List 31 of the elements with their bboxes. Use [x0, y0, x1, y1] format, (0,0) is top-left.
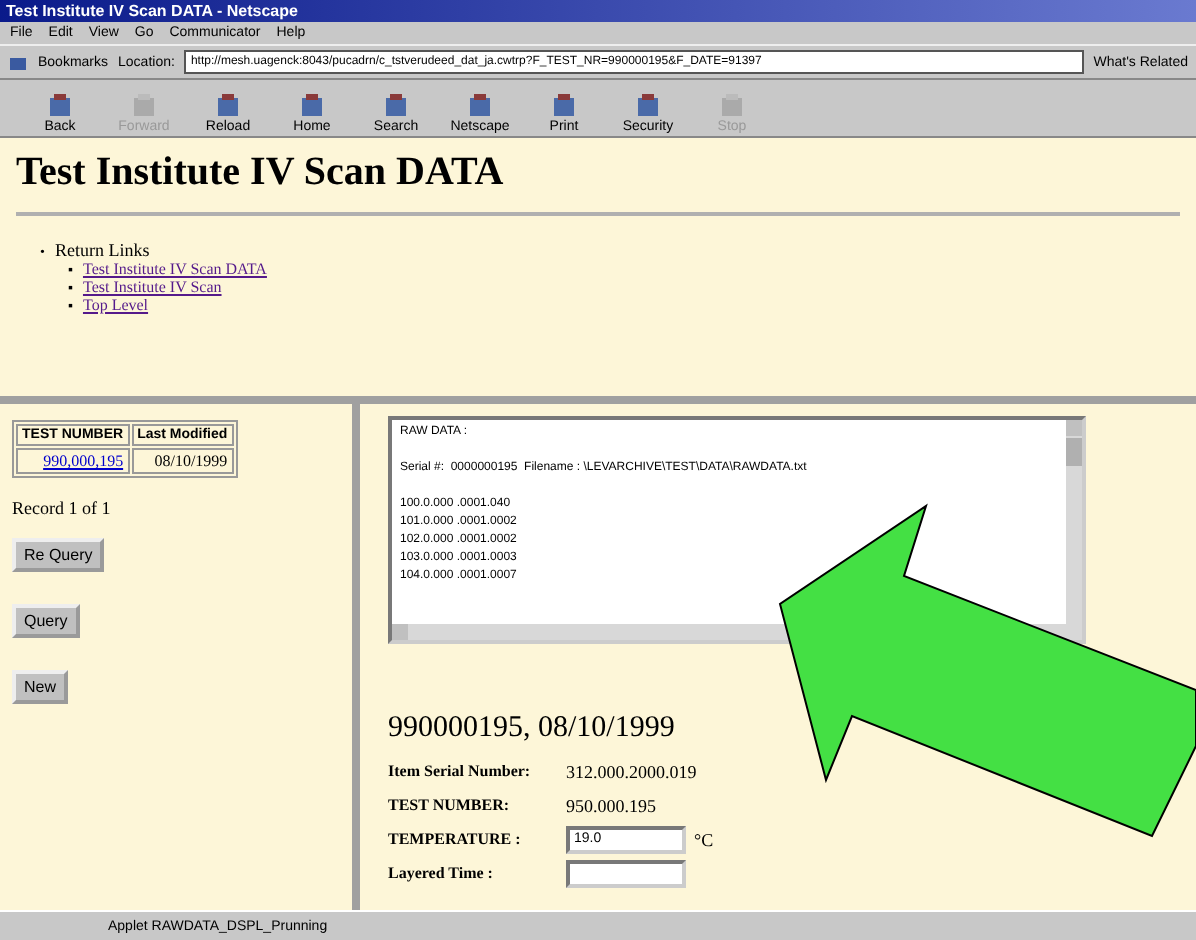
field-label: Layered Time :	[388, 864, 495, 882]
form-button[interactable]: Query	[12, 604, 80, 638]
record-title: 990000195, 08/10/1999	[388, 712, 677, 746]
return-link[interactable]: Test Institute IV Scan DATA	[82, 260, 267, 278]
toolbar-icon	[466, 92, 494, 120]
table-cell: 08/10/1999	[154, 452, 228, 470]
form-button[interactable]: Re Query	[12, 538, 105, 572]
return-link[interactable]: Test Institute IV Scan	[82, 278, 222, 296]
links-title: Return Links	[54, 240, 150, 260]
vertical-scrollbar[interactable]	[1066, 420, 1082, 624]
input-field[interactable]	[566, 859, 686, 887]
toolbar-icon	[298, 92, 326, 120]
toolbar-icon	[718, 92, 746, 120]
field-label: TEMPERATURE :	[388, 830, 523, 848]
toolbar-icon	[214, 92, 242, 120]
field-value: 312.000.2000.019	[566, 761, 697, 781]
toolbar-icon	[46, 92, 74, 120]
toolbar-icon	[382, 92, 410, 120]
toolbar-icon	[130, 92, 158, 120]
field-value: 950.000.195	[566, 795, 656, 815]
unit-label: °C	[694, 829, 714, 849]
field-label: TEST NUMBER:	[388, 796, 512, 814]
return-link[interactable]: Top Level	[82, 296, 149, 314]
toolbar-icon	[550, 92, 578, 120]
bookmark-icon	[8, 53, 28, 71]
field-label: Item Serial Number:	[388, 762, 533, 780]
window-title: Test Institute IV Scan DATA - Netscape	[6, 2, 298, 20]
form-button[interactable]: New	[12, 670, 69, 704]
record-count: Record 1 of 1	[12, 498, 111, 518]
toolbar-icon	[634, 92, 662, 120]
page-heading: Test Institute IV Scan DATA	[16, 150, 506, 196]
